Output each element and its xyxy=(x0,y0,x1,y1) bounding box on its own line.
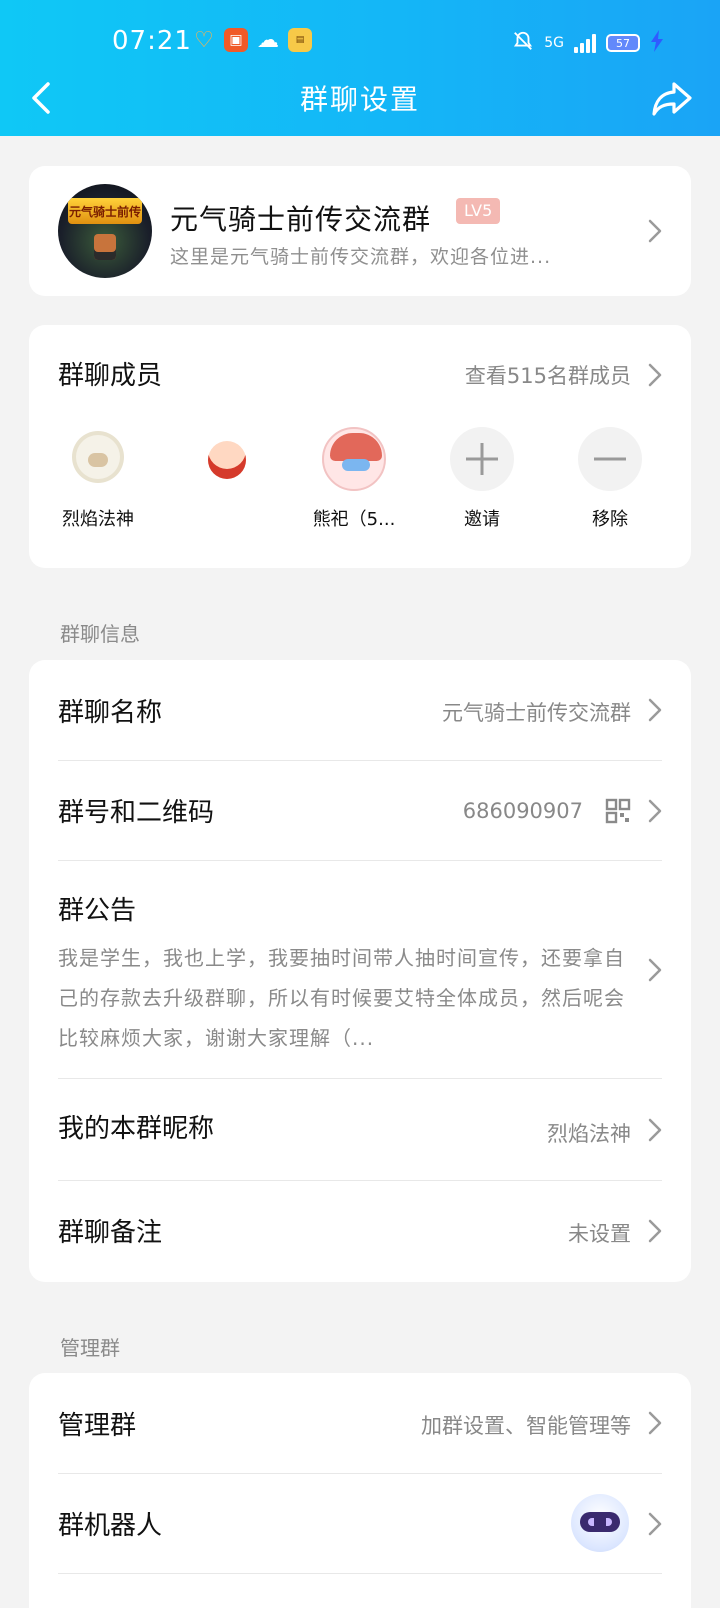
chevron-right-icon xyxy=(648,1411,662,1435)
group-avatar[interactable]: 元气骑士前传 xyxy=(58,184,152,278)
qr-code-icon xyxy=(605,798,631,824)
chevron-right-icon xyxy=(648,1512,662,1536)
share-icon xyxy=(652,82,692,116)
group-profile-card[interactable]: 元气骑士前传 元气骑士前传交流群 LV5 这里是元气骑士前传交流群，欢迎各位进.… xyxy=(29,166,691,296)
status-time: 07:21 xyxy=(112,26,192,56)
wechat-app-icon: ☁ xyxy=(257,27,279,53)
manage-group-value: 加群设置、智能管理等 xyxy=(421,1414,631,1438)
section-label-manage: 管理群 xyxy=(60,1336,120,1360)
member-item[interactable]: 熊祀（5... xyxy=(299,427,409,531)
member-item[interactable] xyxy=(171,427,281,505)
share-button[interactable] xyxy=(650,76,694,120)
game-app-icon: ▤ xyxy=(288,28,312,52)
group-name: 元气骑士前传交流群 xyxy=(170,203,432,236)
group-robot-title: 群机器人 xyxy=(58,1511,163,1541)
announcement-title: 群公告 xyxy=(58,896,137,926)
member-avatar xyxy=(66,427,130,491)
section-label-info: 群聊信息 xyxy=(60,622,140,646)
nickname-title: 我的本群昵称 xyxy=(58,1114,215,1144)
members-card: 群聊成员 查看515名群成员 烈焰法神 熊祀（5... 邀请 移除 xyxy=(29,325,691,568)
manage-group-title: 管理群 xyxy=(58,1411,137,1441)
mute-icon xyxy=(512,30,534,56)
status-bar: 07:21 ♡ ▣ ☁ ▤ 5G 57 xyxy=(0,20,720,62)
remove-member-button[interactable]: 移除 xyxy=(555,427,665,531)
announcement-row[interactable]: 群公告 我是学生，我也上学，我要抽时间带人抽时间宣传，还要拿自己的存款去升级群聊… xyxy=(29,860,691,1078)
robot-avatar xyxy=(571,1494,629,1552)
page-title: 群聊设置 xyxy=(299,83,420,116)
chevron-right-icon xyxy=(648,958,662,982)
member-avatar xyxy=(322,427,386,491)
invite-member-button[interactable]: 邀请 xyxy=(427,427,537,531)
invite-label: 邀请 xyxy=(464,509,500,530)
group-level-badge: LV5 xyxy=(456,198,501,224)
chevron-right-icon xyxy=(648,363,662,387)
chevron-right-icon xyxy=(648,1118,662,1142)
remove-label: 移除 xyxy=(592,509,628,530)
group-description: 这里是元气骑士前传交流群，欢迎各位进... xyxy=(170,246,552,268)
group-id-title: 群号和二维码 xyxy=(58,798,215,828)
kuaishou-app-icon: ▣ xyxy=(224,28,248,52)
group-avatar-logo: 元气骑士前传 xyxy=(68,198,142,224)
chevron-right-icon xyxy=(648,698,662,722)
plus-icon xyxy=(450,427,514,491)
nickname-value: 烈焰法神 xyxy=(547,1122,631,1146)
manage-card: 管理群 加群设置、智能管理等 群机器人 xyxy=(29,1373,691,1608)
nav-bar: 群聊设置 xyxy=(0,70,720,126)
remark-value: 未设置 xyxy=(568,1222,631,1246)
group-name-title: 群聊名称 xyxy=(58,698,163,728)
view-all-members-link[interactable]: 查看515名群成员 xyxy=(465,360,631,390)
knight-figure xyxy=(94,234,116,260)
minus-icon xyxy=(578,427,642,491)
member-item[interactable]: 烈焰法神 xyxy=(43,427,153,531)
group-name-value: 元气骑士前传交流群 xyxy=(442,701,631,725)
heart-app-icon: ♡ xyxy=(194,27,214,53)
remark-title: 群聊备注 xyxy=(58,1218,163,1248)
chevron-right-icon xyxy=(648,799,662,823)
charging-icon xyxy=(650,30,664,56)
divider xyxy=(58,1473,662,1474)
signal-icon xyxy=(574,33,596,53)
divider xyxy=(58,1573,662,1574)
members-title: 群聊成员 xyxy=(58,361,163,391)
member-name: 烈焰法神 xyxy=(62,509,134,530)
announcement-text: 我是学生，我也上学，我要抽时间带人抽时间宣传，还要拿自己的存款去升级群聊，所以有… xyxy=(58,946,625,1050)
header: 07:21 ♡ ▣ ☁ ▤ 5G 57 群聊设置 xyxy=(0,0,720,136)
chevron-right-icon xyxy=(648,1219,662,1243)
notification-icons: ♡ ▣ ☁ ▤ xyxy=(192,27,312,53)
member-avatar xyxy=(194,427,258,491)
chevron-right-icon xyxy=(648,219,662,243)
status-right: 5G 57 xyxy=(512,30,664,56)
group-id-value: 686090907 xyxy=(462,799,583,823)
divider xyxy=(58,1180,662,1181)
divider xyxy=(58,1078,662,1079)
battery-icon: 57 xyxy=(606,34,640,52)
group-info-card: 群聊名称 元气骑士前传交流群 群号和二维码 686090907 群公告 我是学生… xyxy=(29,660,691,1282)
member-name: 熊祀（5... xyxy=(312,509,396,530)
divider xyxy=(58,760,662,761)
network-label: 5G xyxy=(544,35,564,51)
